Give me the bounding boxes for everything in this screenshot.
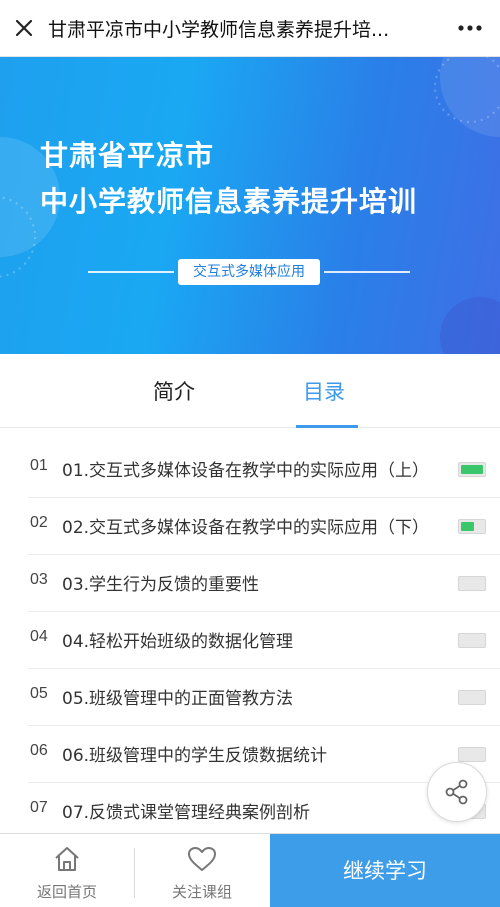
lesson-title: 03.学生行为反馈的重要性: [62, 575, 260, 595]
lesson-number: 06: [30, 742, 48, 759]
home-button[interactable]: 返回首页: [0, 834, 134, 907]
close-icon: [15, 19, 33, 37]
home-label: 返回首页: [36, 883, 97, 901]
follow-label: 关注课组: [171, 883, 232, 901]
heart-icon: [188, 847, 216, 871]
lesson-number: 02: [30, 514, 48, 531]
lesson-progress: [458, 462, 486, 477]
follow-button[interactable]: 关注课组: [135, 834, 269, 907]
lesson-row[interactable]: 04 04.轻松开始班级的数据化管理: [28, 612, 500, 669]
lesson-number: 03: [30, 571, 48, 588]
lesson-number: 07: [30, 799, 48, 816]
lesson-progress: [458, 747, 486, 762]
banner-title-line1: 甘肃省平凉市: [40, 139, 215, 172]
lesson-progress-fill: [461, 465, 483, 474]
banner-title: 甘肃省平凉市 中小学教师信息素养提升培训: [40, 133, 417, 225]
lesson-row[interactable]: 02 02.交互式多媒体设备在教学中的实际应用（下）: [28, 498, 500, 555]
lesson-list: 01 01.交互式多媒体设备在教学中的实际应用（上） 02 02.交互式多媒体设备在教…: [0, 441, 500, 840]
course-banner: 甘肃省平凉市 中小学教师信息素养提升培训 交互式多媒体应用: [0, 57, 500, 354]
share-icon: [445, 779, 468, 805]
banner-line-right: [324, 271, 410, 273]
banner-subtitle: 交互式多媒体应用: [178, 259, 320, 285]
continue-learning-button[interactable]: 继续学习: [270, 834, 500, 907]
lesson-progress: [458, 633, 486, 648]
lesson-row[interactable]: 01 01.交互式多媒体设备在教学中的实际应用（上）: [28, 441, 500, 498]
banner-subtitle-group: 交互式多媒体应用: [88, 259, 410, 287]
tab-intro[interactable]: 简介: [153, 376, 195, 406]
more-button[interactable]: [440, 0, 500, 57]
share-button[interactable]: [427, 762, 487, 822]
lesson-title: 06.班级管理中的学生反馈数据统计: [62, 746, 328, 766]
lesson-row[interactable]: 06 06.班级管理中的学生反馈数据统计: [28, 726, 500, 783]
lesson-progress-fill: [461, 522, 475, 531]
lesson-row[interactable]: 05 05.班级管理中的正面管教方法: [28, 669, 500, 726]
tab-active-indicator: [296, 425, 358, 428]
home-icon: [55, 847, 79, 871]
close-button[interactable]: [0, 0, 48, 57]
bottom-bar: 返回首页 关注课组 继续学习: [0, 833, 500, 907]
lesson-title: 04.轻松开始班级的数据化管理: [62, 632, 294, 652]
lesson-progress: [458, 690, 486, 705]
tab-catalog[interactable]: 目录: [303, 376, 345, 406]
lesson-number: 05: [30, 685, 48, 702]
more-icon: [458, 25, 482, 31]
lesson-title: 02.交互式多媒体设备在教学中的实际应用（下）: [62, 518, 430, 538]
tab-bar: 简介 目录: [0, 354, 500, 428]
lesson-progress: [458, 576, 486, 591]
banner-title-line2: 中小学教师信息素养提升培训: [40, 185, 418, 218]
lesson-progress: [458, 519, 486, 534]
page-title: 甘肃平凉市中小学教师信息素养提升培...: [48, 18, 390, 41]
lesson-number: 04: [30, 628, 48, 645]
lesson-row[interactable]: 03 03.学生行为反馈的重要性: [28, 555, 500, 612]
lesson-title: 05.班级管理中的正面管教方法: [62, 689, 294, 709]
top-navbar: 甘肃平凉市中小学教师信息素养提升培...: [0, 0, 500, 57]
lesson-title: 07.反馈式课堂管理经典案例剖析: [62, 803, 311, 823]
lesson-title: 01.交互式多媒体设备在教学中的实际应用（上）: [62, 461, 430, 481]
banner-line-left: [88, 271, 174, 273]
lesson-number: 01: [30, 457, 48, 474]
